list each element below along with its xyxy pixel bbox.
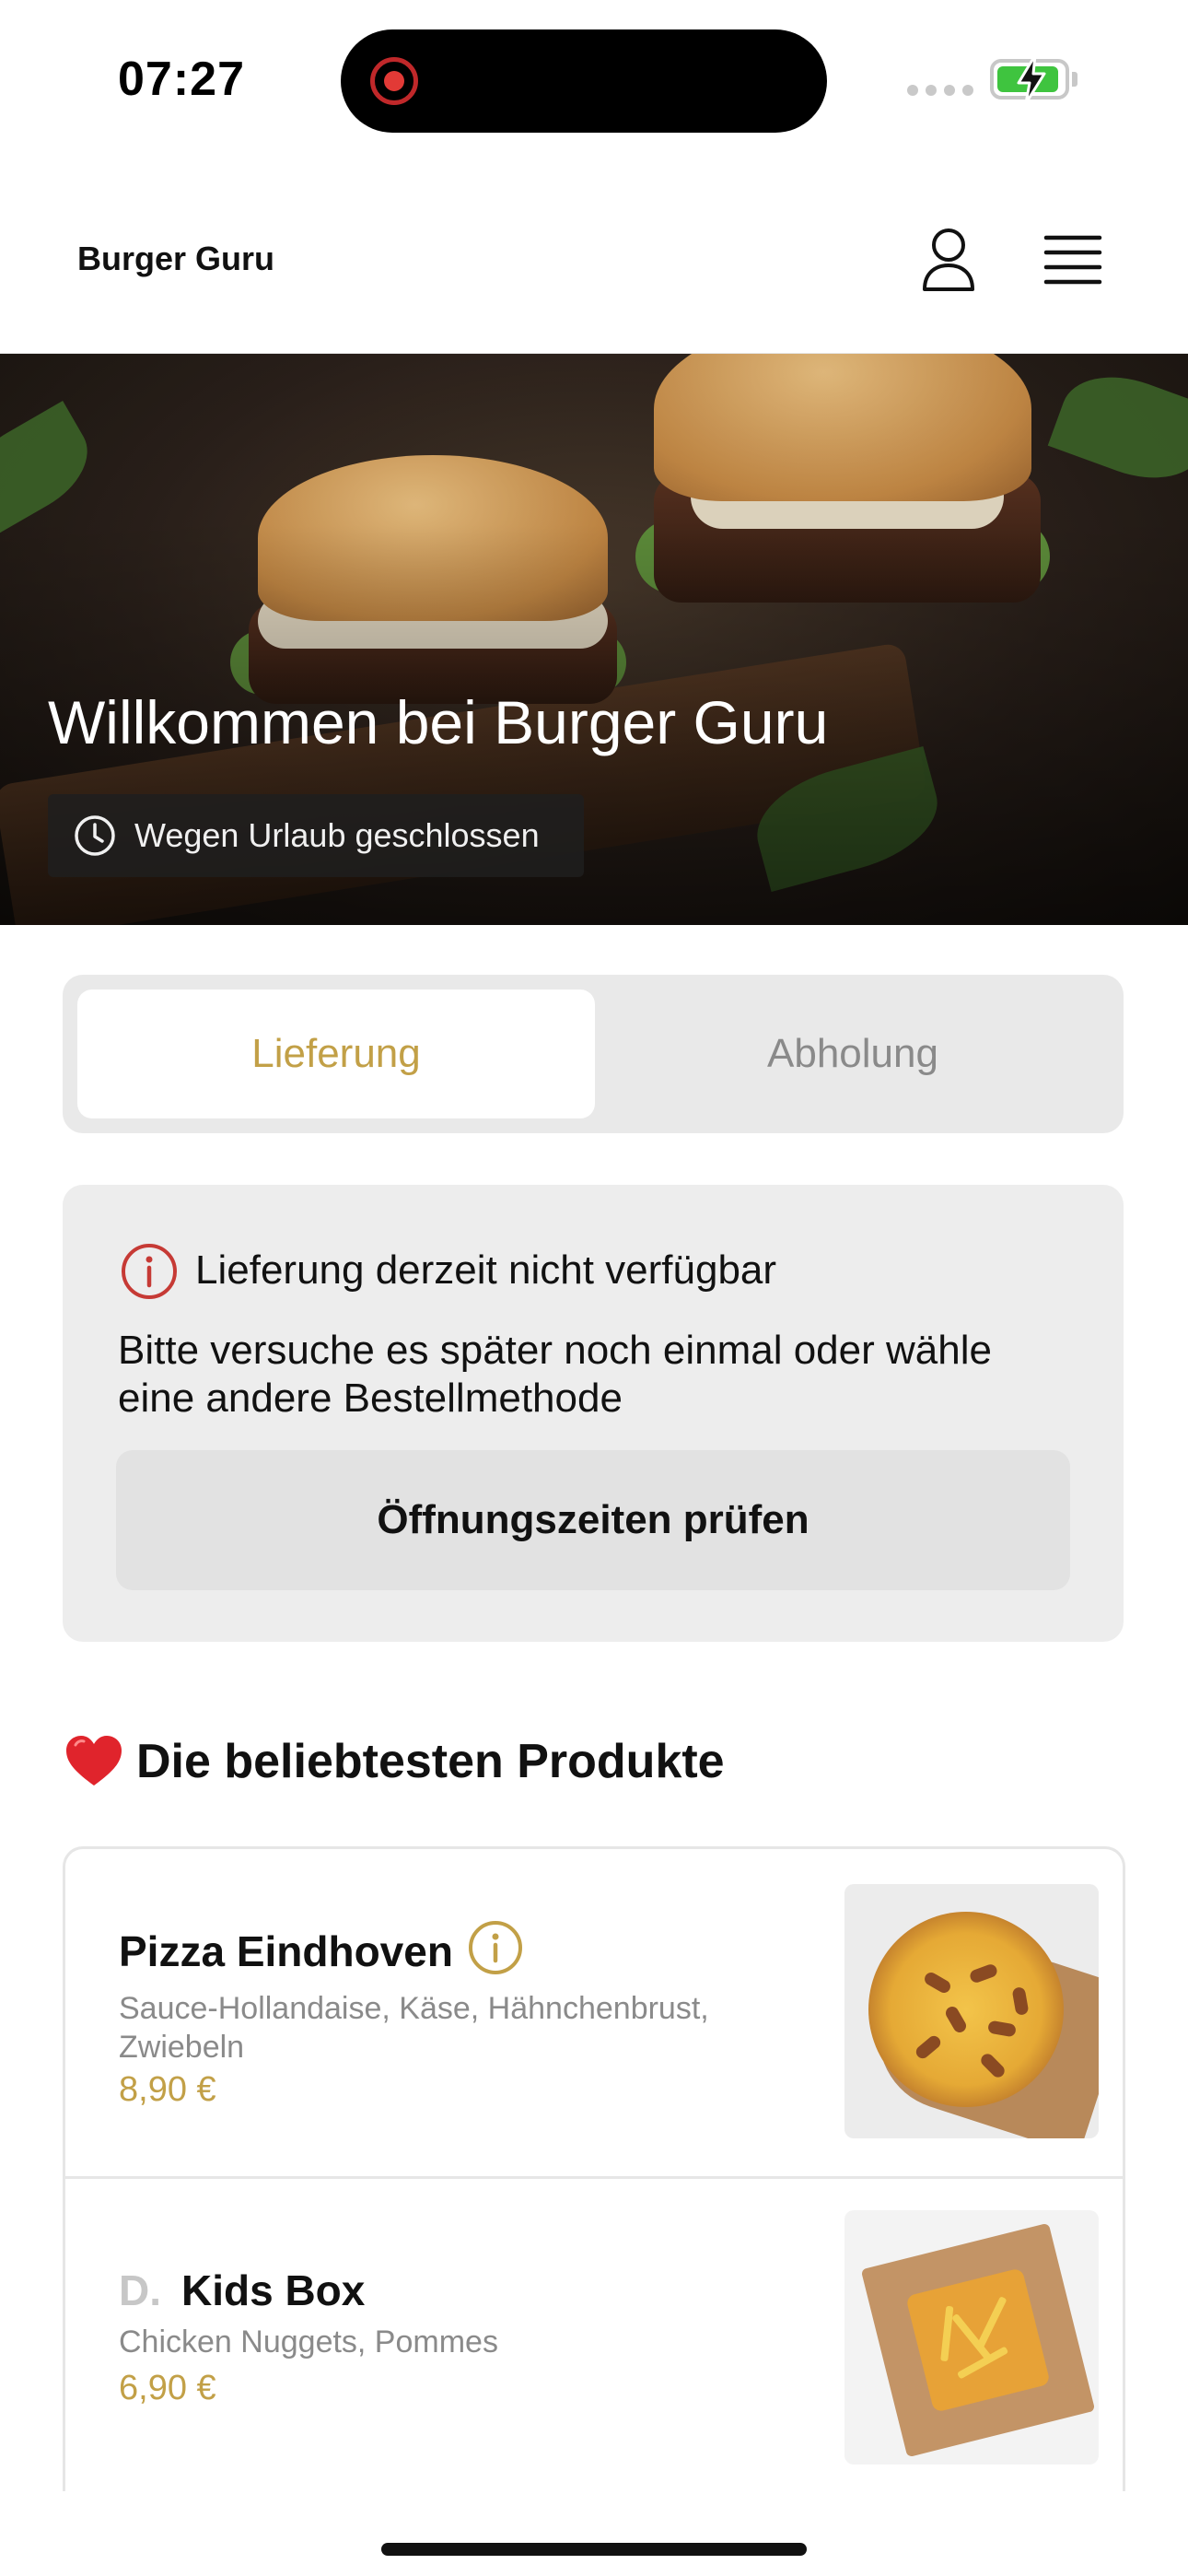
product-card[interactable]: Pizza Eindhoven Sauce-Hollandaise, Käse,… xyxy=(65,1849,1123,2179)
info-icon[interactable] xyxy=(467,1919,524,1976)
product-prefix: D. xyxy=(119,2266,161,2314)
product-image-pizza xyxy=(844,1884,1099,2138)
product-price: 8,90 € xyxy=(119,2070,216,2109)
tab-delivery[interactable]: Lieferung xyxy=(77,989,595,1118)
product-description: Sauce-Hollandaise, Käse, Hähnchenbrust, … xyxy=(119,1991,709,2065)
closed-status-text: Wegen Urlaub geschlossen xyxy=(134,816,540,854)
clock-icon xyxy=(75,815,115,856)
popular-products-list: Pizza Eindhoven Sauce-Hollandaise, Käse,… xyxy=(63,1846,1125,2491)
popular-section-title: Die beliebtesten Produkte xyxy=(136,1735,725,1788)
dynamic-island xyxy=(341,29,827,133)
order-mode-segmented-control: Lieferung Abholung xyxy=(63,975,1124,1133)
product-description: Chicken Nuggets, Pommes xyxy=(119,2324,498,2359)
status-time: 07:27 xyxy=(118,53,245,106)
home-indicator[interactable] xyxy=(381,2543,807,2556)
alert-info-icon xyxy=(122,1244,177,1299)
charging-bolt-icon xyxy=(1017,53,1046,105)
product-price: 6,90 € xyxy=(119,2369,216,2407)
product-name: Kids Box xyxy=(181,2266,366,2314)
heart-icon xyxy=(66,1736,122,1786)
popular-section-header: Die beliebtesten Produkte xyxy=(64,1734,725,1789)
closed-status-badge: Wegen Urlaub geschlossen xyxy=(48,794,584,877)
status-bar: 07:27 xyxy=(0,0,1188,157)
user-account-icon[interactable] xyxy=(919,227,978,293)
hero-banner: Willkommen bei Burger Guru Wegen Urlaub … xyxy=(0,354,1188,925)
recording-icon xyxy=(370,57,418,105)
signal-icon xyxy=(907,85,973,96)
tab-pickup[interactable]: Abholung xyxy=(595,989,1111,1118)
brand-name[interactable]: Burger Guru xyxy=(77,240,274,278)
product-card[interactable]: D. Kids Box Chicken Nuggets, Pommes 6,90… xyxy=(65,2179,1123,2491)
delivery-unavailable-notice: Lieferung derzeit nicht verfügbar Bitte … xyxy=(63,1185,1124,1642)
app-header: Burger Guru xyxy=(0,157,1188,354)
check-opening-hours-button[interactable]: Öffnungszeiten prüfen xyxy=(116,1450,1070,1590)
notice-title: Lieferung derzeit nicht verfügbar xyxy=(195,1247,777,1293)
product-image-kids-box xyxy=(844,2210,1099,2465)
battery-cap xyxy=(1072,72,1077,87)
notice-body: Bitte versuche es später noch einmal ode… xyxy=(118,1328,992,1421)
hamburger-menu-icon[interactable] xyxy=(1042,232,1103,287)
product-name: Pizza Eindhoven xyxy=(119,1927,453,1975)
hero-title: Willkommen bei Burger Guru xyxy=(48,688,829,756)
